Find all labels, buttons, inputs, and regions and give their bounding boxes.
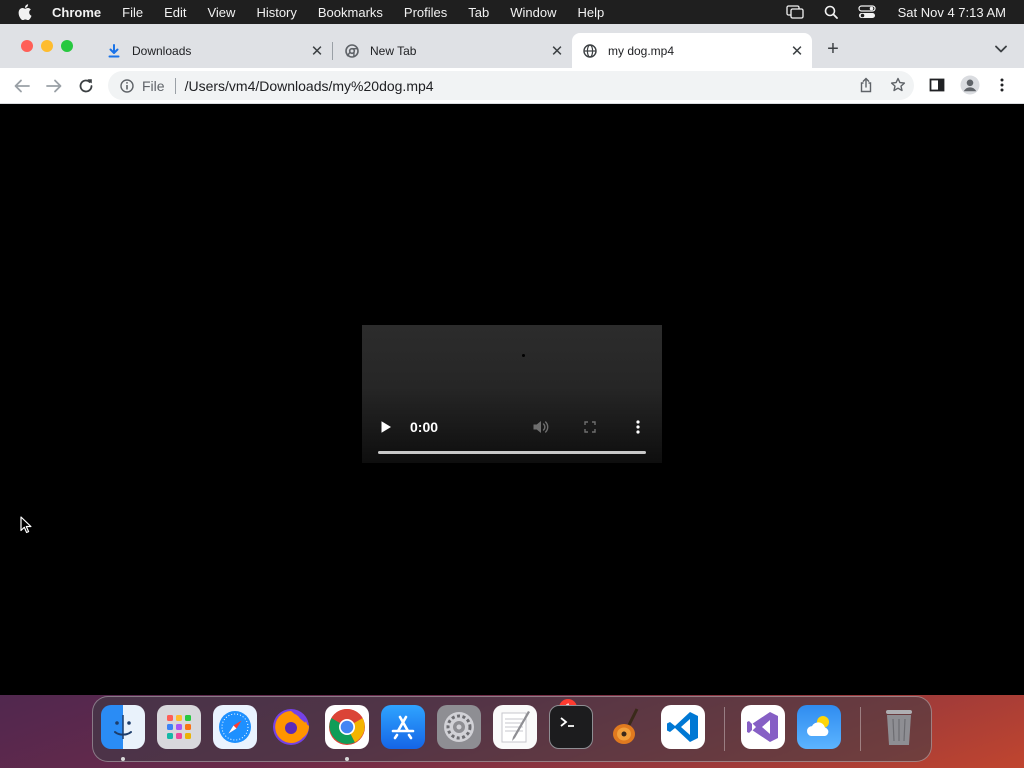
firefox-icon[interactable] (269, 705, 313, 749)
tab-strip: Downloads ✕ New Tab ✕ my dog.mp4 ✕ + (0, 24, 1024, 68)
profile-avatar-icon[interactable] (959, 74, 981, 96)
running-indicator (345, 757, 349, 761)
tab-my-dog-mp4[interactable]: my dog.mp4 ✕ (572, 33, 812, 68)
menu-bookmarks[interactable]: Bookmarks (318, 5, 383, 20)
menu-window[interactable]: Window (510, 5, 556, 20)
menu-tab[interactable]: Tab (468, 5, 489, 20)
tab-downloads[interactable]: Downloads ✕ (96, 33, 332, 68)
visual-studio-icon[interactable] (741, 705, 785, 749)
mouse-cursor-icon (20, 516, 34, 534)
tab-separator (332, 42, 333, 60)
screen-mirroring-icon[interactable] (785, 5, 804, 19)
menu-bar-status: Sat Nov 4 7:13 AM (766, 0, 1006, 24)
menu-help[interactable]: Help (578, 5, 605, 20)
google-chrome-icon[interactable] (325, 705, 369, 749)
tab-title: Downloads (132, 43, 192, 58)
menu-app-name[interactable]: Chrome (52, 5, 101, 20)
safari-icon[interactable] (213, 705, 257, 749)
reload-button[interactable] (76, 76, 96, 96)
terminal-icon[interactable] (549, 705, 593, 749)
window-close-button[interactable] (21, 40, 33, 52)
menu-file[interactable]: File (122, 5, 143, 20)
weather-icon[interactable] (797, 705, 841, 749)
video-frame-dot (522, 354, 525, 357)
control-center-icon[interactable] (857, 5, 876, 19)
play-icon[interactable] (378, 419, 394, 435)
window-minimize-button[interactable] (41, 40, 53, 52)
forward-button[interactable] (44, 76, 64, 96)
finder-icon[interactable] (101, 705, 145, 749)
launchpad-icon[interactable] (157, 705, 201, 749)
share-icon[interactable] (857, 76, 875, 94)
tab-close-icon[interactable]: ✕ (788, 42, 806, 60)
running-indicator (121, 757, 125, 761)
page-content: 0:00 (0, 104, 1024, 695)
menu-bar: Chrome File Edit View History Bookmarks … (0, 0, 1024, 24)
bookmark-star-icon[interactable] (889, 76, 907, 94)
url-scheme-label: File (142, 77, 165, 94)
globe-icon (582, 43, 598, 59)
trash-icon[interactable] (877, 705, 921, 749)
video-progress-bar[interactable] (378, 451, 646, 454)
video-options-icon[interactable] (630, 419, 646, 435)
window-zoom-button[interactable] (61, 40, 73, 52)
dock-separator (724, 707, 725, 751)
menu-edit[interactable]: Edit (164, 5, 186, 20)
tab-close-icon[interactable]: ✕ (548, 42, 566, 60)
browser-toolbar: File /Users/vm4/Downloads/my%20dog.mp4 (0, 68, 1024, 104)
visual-studio-code-icon[interactable] (661, 705, 705, 749)
tab-title: New Tab (370, 43, 417, 58)
menu-profiles[interactable]: Profiles (404, 5, 447, 20)
chrome-icon (344, 43, 360, 59)
info-icon[interactable] (119, 78, 135, 94)
spotlight-search-icon[interactable] (824, 5, 838, 19)
url-text[interactable]: /Users/vm4/Downloads/my%20dog.mp4 (185, 78, 434, 94)
address-divider (174, 77, 176, 94)
system-settings-icon[interactable] (437, 705, 481, 749)
download-icon (106, 43, 122, 59)
tab-close-icon[interactable]: ✕ (308, 42, 326, 60)
address-bar[interactable]: File /Users/vm4/Downloads/my%20dog.mp4 (108, 71, 914, 100)
garageband-icon[interactable] (605, 705, 649, 749)
fullscreen-icon[interactable] (582, 419, 598, 435)
back-button[interactable] (12, 76, 32, 96)
menu-history[interactable]: History (256, 5, 296, 20)
tab-title: my dog.mp4 (608, 43, 675, 58)
dock: 1 (92, 696, 932, 762)
video-time: 0:00 (410, 419, 439, 435)
more-menu-icon[interactable] (993, 76, 1011, 94)
tab-new-tab[interactable]: New Tab ✕ (334, 33, 572, 68)
menu-view[interactable]: View (207, 5, 235, 20)
volume-icon[interactable] (532, 418, 550, 436)
browser-window: Downloads ✕ New Tab ✕ my dog.mp4 ✕ + Fil… (0, 24, 1024, 695)
menu-bar-clock[interactable]: Sat Nov 4 7:13 AM (898, 5, 1006, 20)
dock-separator (860, 707, 861, 751)
video-player[interactable]: 0:00 (362, 325, 662, 463)
side-panel-icon[interactable] (928, 76, 946, 94)
apple-icon[interactable] (18, 4, 38, 20)
new-tab-button[interactable]: + (822, 38, 844, 60)
textedit-icon[interactable] (493, 705, 537, 749)
app-store-icon[interactable] (381, 705, 425, 749)
chevron-down-icon[interactable] (992, 40, 1010, 58)
